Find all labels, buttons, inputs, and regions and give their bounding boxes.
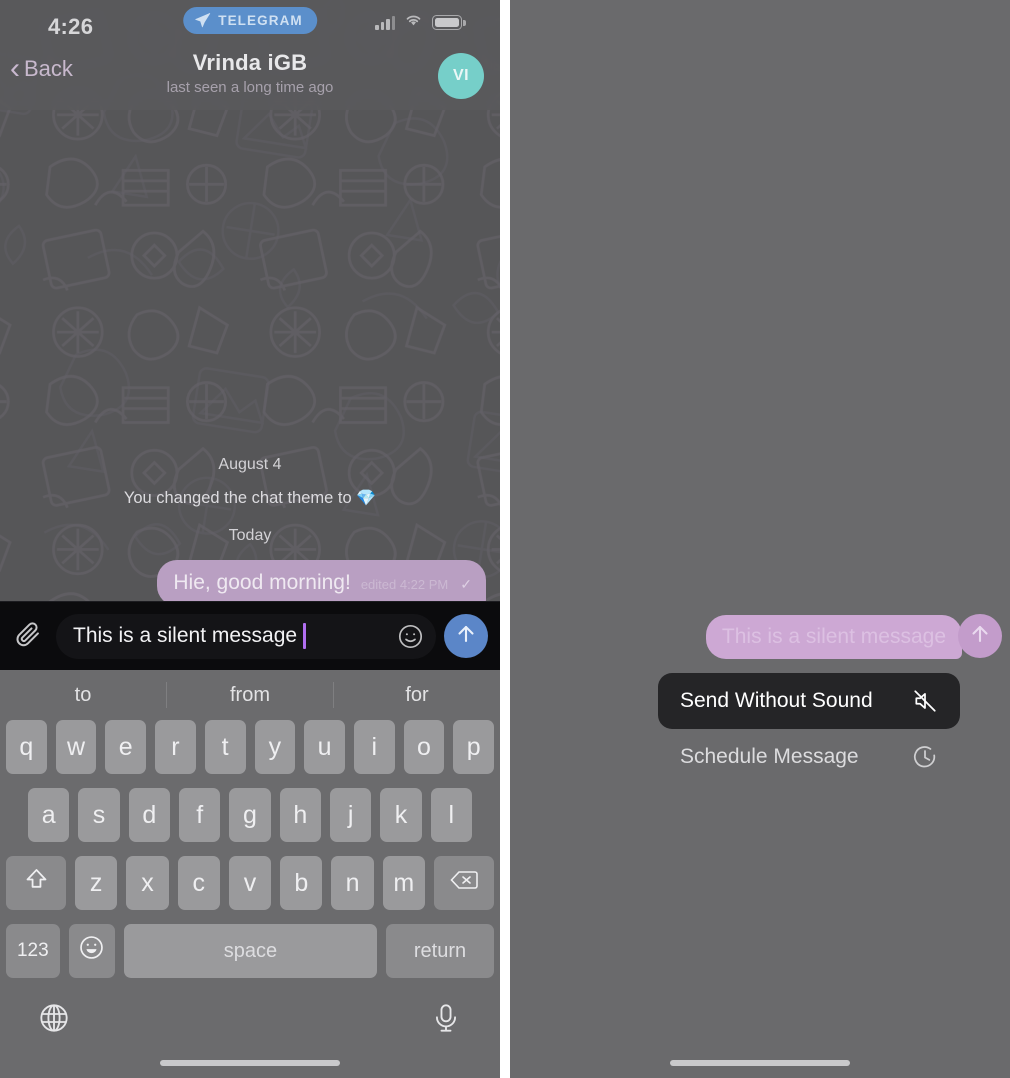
right-phone-screen: This is a silent message Send Without So…	[510, 0, 1010, 1078]
return-key[interactable]: return	[386, 924, 494, 978]
backspace-key[interactable]	[433, 856, 495, 910]
prediction-bar: to from for	[0, 670, 500, 720]
date-divider: Today	[228, 527, 272, 544]
date-divider: August 4	[218, 456, 282, 473]
numbers-key[interactable]: 123	[6, 924, 60, 978]
key-m[interactable]: m	[382, 856, 425, 910]
text-caret	[303, 623, 306, 649]
key-s[interactable]: s	[78, 788, 120, 842]
chat-title: Vrinda iGB	[192, 50, 308, 75]
screenshot-stage: 4:26 TELEGRAM ‹ Back Vrinda iGB last see…	[0, 0, 1010, 1078]
menu-item-label: Schedule Message	[680, 745, 859, 768]
key-o[interactable]: o	[403, 720, 445, 774]
send-options-context-menu: Send Without Sound Schedule Message	[658, 673, 960, 785]
paper-plane-icon	[194, 12, 211, 29]
message-input-bar: This is a silent message	[0, 601, 500, 670]
keyboard-row-3: z x c v b n m	[0, 856, 500, 910]
keyboard-row-1: q w e r t y u i o p	[0, 720, 500, 774]
key-j[interactable]: j	[329, 788, 372, 842]
clock-icon	[912, 744, 938, 770]
menu-item-schedule-message[interactable]: Schedule Message	[658, 729, 960, 785]
status-indicators	[375, 13, 466, 32]
arrow-up-icon	[968, 622, 992, 651]
microphone-icon[interactable]	[430, 1002, 462, 1039]
key-z[interactable]: z	[75, 856, 118, 910]
message-text: Hie, good morning!	[173, 571, 351, 594]
backspace-icon	[450, 868, 478, 899]
wifi-icon	[404, 13, 423, 32]
status-bar: 4:26 TELEGRAM	[0, 0, 500, 44]
paperclip-icon	[14, 620, 42, 653]
emoji-keyboard-icon	[78, 934, 105, 968]
space-key[interactable]: space	[123, 924, 378, 978]
menu-item-label: Send Without Sound	[680, 689, 873, 712]
key-f[interactable]: f	[179, 788, 221, 842]
message-meta: edited 4:22 PM	[360, 577, 449, 592]
key-q[interactable]: q	[5, 720, 47, 774]
prediction-item[interactable]: to	[0, 684, 166, 707]
key-v[interactable]: v	[228, 856, 272, 910]
keyboard-row-4: 123 space return	[0, 924, 500, 978]
prediction-item[interactable]: from	[167, 684, 333, 707]
key-d[interactable]: d	[128, 788, 170, 842]
gem-icon: 💎	[356, 490, 377, 507]
keyboard-row-2: a s d f g h j k l	[0, 788, 500, 842]
home-indicator	[670, 1060, 850, 1066]
message-input-field[interactable]: This is a silent message	[56, 613, 436, 659]
send-button[interactable]	[958, 614, 1002, 658]
keyboard-bottom-row	[0, 988, 500, 1039]
context-menu-dim-overlay[interactable]	[510, 0, 1010, 1078]
key-y[interactable]: y	[254, 720, 296, 774]
key-a[interactable]: a	[28, 788, 70, 842]
emoji-keyboard-key[interactable]	[68, 924, 115, 978]
key-p[interactable]: p	[453, 720, 495, 774]
key-h[interactable]: h	[279, 788, 321, 842]
shift-icon	[23, 866, 50, 900]
pending-message-bubble[interactable]: This is a silent message	[705, 615, 962, 659]
avatar-initials: VI	[452, 67, 470, 84]
chat-nav-bar: ‹ Back Vrinda iGB last seen a long time …	[0, 46, 500, 110]
key-c[interactable]: c	[177, 856, 220, 910]
shift-key[interactable]	[5, 856, 67, 910]
key-w[interactable]: w	[55, 720, 97, 774]
service-message: You changed the chat theme to 💎	[0, 488, 500, 508]
home-indicator	[160, 1060, 340, 1066]
chat-subtitle: last seen a long time ago	[166, 79, 334, 96]
left-phone-screen: 4:26 TELEGRAM ‹ Back Vrinda iGB last see…	[0, 0, 500, 1078]
battery-icon	[432, 15, 466, 30]
send-button[interactable]	[444, 614, 488, 658]
prediction-item[interactable]: for	[334, 684, 500, 707]
globe-icon[interactable]	[38, 1002, 70, 1039]
key-x[interactable]: x	[126, 856, 169, 910]
key-t[interactable]: t	[204, 720, 246, 774]
telegram-app-badge[interactable]: TELEGRAM	[183, 7, 317, 34]
mute-icon	[912, 688, 938, 714]
smiley-icon[interactable]	[397, 623, 424, 650]
cellular-signal-icon	[375, 15, 395, 30]
key-b[interactable]: b	[280, 856, 323, 910]
attach-button[interactable]	[0, 620, 56, 653]
pending-message-text: This is a silent message	[721, 625, 946, 648]
key-u[interactable]: u	[304, 720, 345, 774]
status-time: 4:26	[48, 14, 94, 39]
avatar[interactable]: VI	[438, 53, 484, 99]
key-r[interactable]: r	[155, 720, 196, 774]
message-input-value: This is a silent message	[73, 624, 298, 647]
service-message-text: You changed the chat theme to	[123, 489, 352, 507]
key-n[interactable]: n	[331, 856, 374, 910]
menu-item-send-without-sound[interactable]: Send Without Sound	[658, 673, 960, 729]
key-g[interactable]: g	[229, 788, 271, 842]
chat-title-block[interactable]: Vrinda iGB last seen a long time ago	[0, 50, 500, 96]
telegram-badge-label: TELEGRAM	[218, 13, 303, 28]
message-bubble-outgoing[interactable]: Hie, good morning! edited 4:22 PM ✓	[157, 560, 486, 606]
key-i[interactable]: i	[353, 720, 395, 774]
read-receipt-icon: ✓	[460, 576, 472, 592]
key-k[interactable]: k	[380, 788, 422, 842]
arrow-up-icon	[454, 622, 478, 651]
on-screen-keyboard[interactable]: to from for q w e r t y u i o p a s d f …	[0, 670, 500, 1078]
key-e[interactable]: e	[105, 720, 147, 774]
key-l[interactable]: l	[430, 788, 472, 842]
